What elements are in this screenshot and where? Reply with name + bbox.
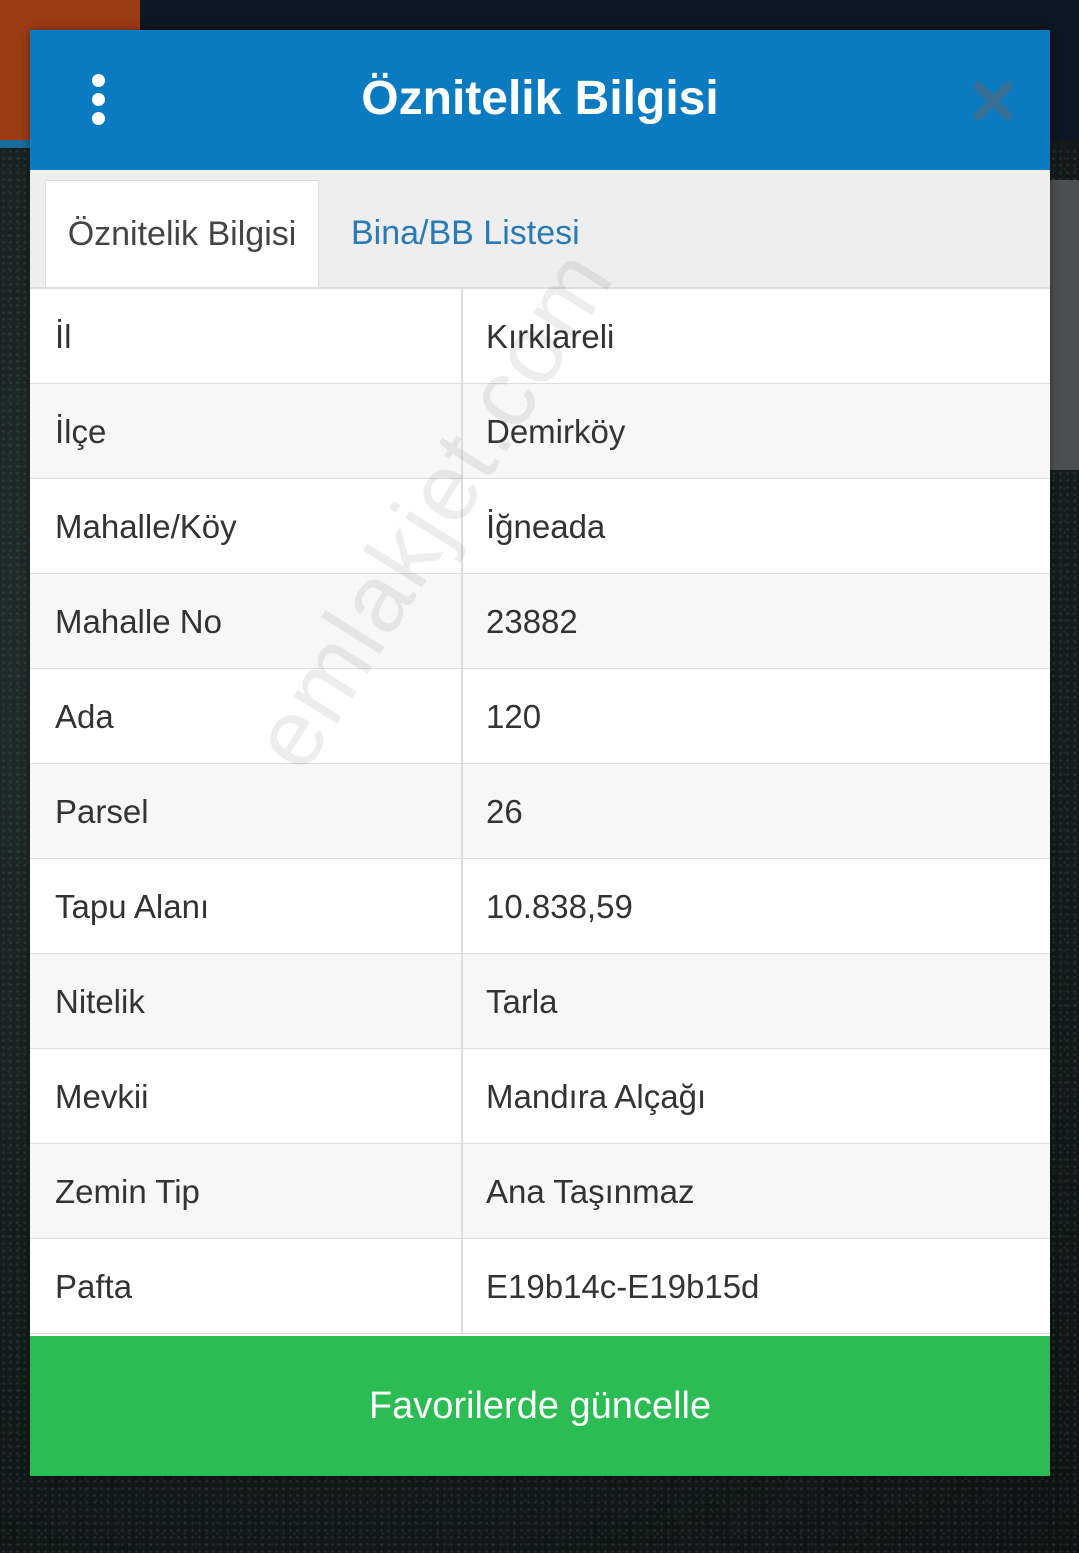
attribute-value: Mandıra Alçağı	[486, 1078, 707, 1115]
column-divider	[461, 384, 463, 479]
column-divider	[461, 479, 463, 574]
dialog-header: Öznitelik Bilgisi	[30, 30, 1050, 170]
close-icon[interactable]	[970, 78, 1016, 124]
column-divider	[461, 574, 463, 669]
table-row: Pafta E19b14c-E19b15d	[30, 1239, 1050, 1334]
column-divider	[461, 1144, 463, 1239]
attribute-value: Ana Taşınmaz	[486, 1173, 695, 1210]
table-row: Tapu Alanı 10.838,59	[30, 859, 1050, 954]
attribute-label: Zemin Tip	[55, 1173, 200, 1210]
attribute-value: E19b14c-E19b15d	[486, 1268, 760, 1305]
attribute-label: İlçe	[55, 413, 107, 450]
attribute-label: Mahalle/Köy	[55, 508, 237, 545]
table-row: Mevkii Mandıra Alçağı	[30, 1049, 1050, 1144]
update-favorites-button[interactable]: Favorilerde güncelle	[30, 1336, 1050, 1476]
attribute-value: Kırklareli	[486, 318, 615, 355]
column-divider	[461, 1049, 463, 1144]
attribute-info-dialog: Öznitelik Bilgisi Öznitelik Bilgisi Bina…	[30, 30, 1050, 1476]
attribute-value: Tarla	[486, 983, 558, 1020]
attribute-label: Ada	[55, 698, 114, 735]
attribute-label: Mevkii	[55, 1078, 149, 1115]
table-row: Nitelik Tarla	[30, 954, 1050, 1049]
tab-attribute-info[interactable]: Öznitelik Bilgisi	[45, 180, 319, 287]
table-row: İlçe Demirköy	[30, 384, 1050, 479]
table-row: Mahalle No 23882	[30, 574, 1050, 669]
attribute-value: 120	[486, 698, 542, 735]
attribute-label: Tapu Alanı	[55, 888, 210, 925]
attribute-value: Demirköy	[486, 413, 626, 450]
attribute-label: Nitelik	[55, 983, 145, 1020]
attribute-table: İl Kırklareli İlçe Demirköy Mahalle/Köy …	[30, 289, 1050, 1334]
table-row: Zemin Tip Ana Taşınmaz	[30, 1144, 1050, 1239]
column-divider	[461, 954, 463, 1049]
attribute-label: Pafta	[55, 1268, 133, 1305]
attribute-value: 26	[486, 793, 523, 830]
attribute-label: İl	[55, 318, 72, 355]
column-divider	[461, 1239, 463, 1334]
attribute-value: 23882	[486, 603, 578, 640]
column-divider	[461, 859, 463, 954]
attribute-value: İğneada	[486, 508, 606, 545]
table-row: İl Kırklareli	[30, 289, 1050, 384]
table-row: Ada 120	[30, 669, 1050, 764]
background-scroll-edge	[1050, 180, 1079, 470]
tab-building-list[interactable]: Bina/BB Listesi	[351, 180, 580, 287]
dialog-title: Öznitelik Bilgisi	[361, 72, 719, 125]
attribute-label: Parsel	[55, 793, 149, 830]
column-divider	[461, 764, 463, 859]
tab-bar: Öznitelik Bilgisi Bina/BB Listesi	[30, 170, 1050, 289]
column-divider	[461, 669, 463, 764]
table-row: Mahalle/Köy İğneada	[30, 479, 1050, 574]
column-divider	[461, 289, 463, 384]
table-row: Parsel 26	[30, 764, 1050, 859]
attribute-label: Mahalle No	[55, 603, 222, 640]
attribute-value: 10.838,59	[486, 888, 633, 925]
